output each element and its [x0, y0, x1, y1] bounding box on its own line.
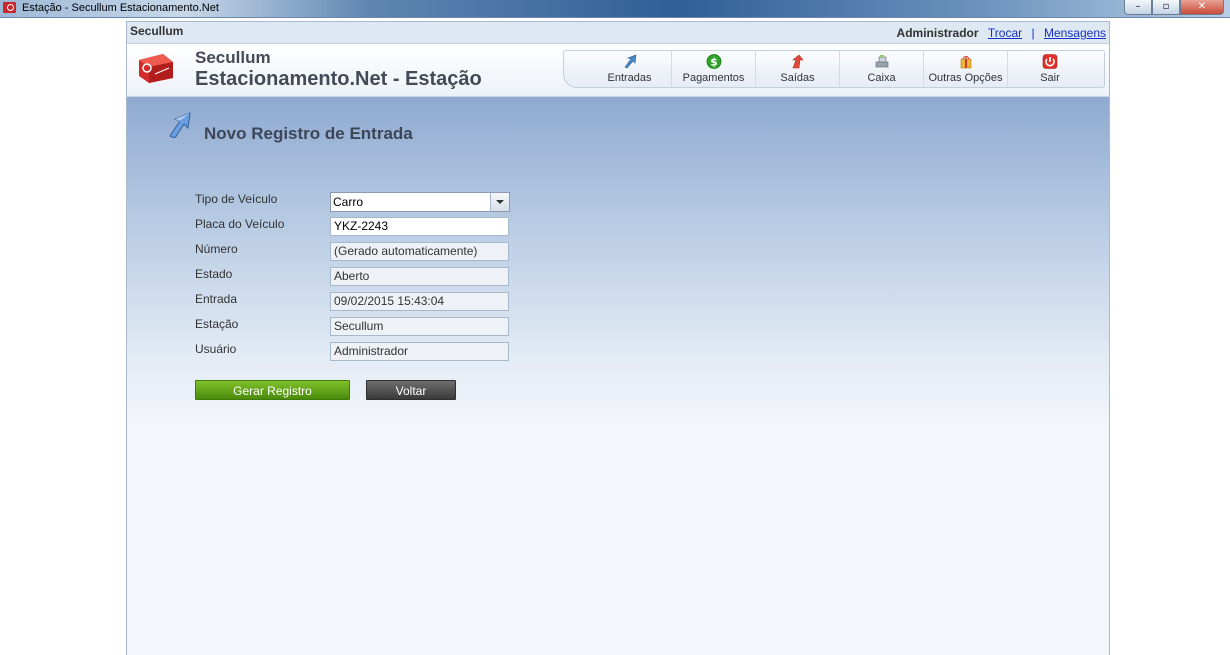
- nav-label: Sair: [1040, 72, 1060, 84]
- package-icon: [960, 56, 971, 69]
- nav-sair[interactable]: Sair: [1008, 51, 1092, 87]
- secullum-logo-icon: [139, 54, 173, 83]
- messages-link[interactable]: Mensagens: [1044, 26, 1106, 40]
- app-header: Secullum Estacionamento.Net - Estação En…: [127, 44, 1109, 97]
- station-field: Secullum: [330, 317, 509, 336]
- dollar-coin-icon: $: [706, 54, 721, 69]
- switch-user-link[interactable]: Trocar: [988, 26, 1022, 40]
- nav-saidas[interactable]: Saídas: [756, 51, 840, 87]
- cash-register-icon: [875, 55, 888, 68]
- svg-text:$: $: [710, 56, 718, 69]
- nav-label: Outras Opções: [928, 72, 1003, 84]
- arrow-exit-icon: [791, 54, 804, 69]
- nav-label: Saídas: [780, 72, 815, 84]
- main-content: Novo Registro de Entrada Tipo de Veículo…: [127, 97, 1109, 655]
- number-field: (Gerado automaticamente): [330, 242, 509, 261]
- chevron-down-icon[interactable]: [490, 193, 509, 211]
- generate-record-button[interactable]: Gerar Registro: [195, 380, 350, 400]
- main-nav: Entradas $ Pagamentos Saídas Caixa Outra…: [563, 50, 1105, 88]
- app-frame: Secullum Administrador Trocar | Mensagen…: [126, 21, 1110, 655]
- user-label: Usuário: [195, 342, 237, 356]
- arrow-entry-icon: [624, 54, 636, 69]
- window-titlebar: Estação - Secullum Estacionamento.Net – …: [0, 0, 1230, 18]
- vehicle-type-value: Carro: [333, 195, 364, 209]
- app-name-line2: Estacionamento.Net - Estação: [195, 68, 482, 90]
- state-label: Estado: [195, 267, 233, 281]
- station-label: Estação: [195, 317, 239, 331]
- entry-label: Entrada: [195, 292, 238, 306]
- close-icon[interactable]: ✕: [1180, 0, 1224, 15]
- top-bar: Secullum Administrador Trocar | Mensagen…: [127, 22, 1109, 44]
- number-label: Número: [195, 242, 238, 256]
- nav-label: Caixa: [867, 72, 896, 84]
- arrow-entry-icon: [169, 112, 191, 138]
- app-icon: [3, 2, 16, 13]
- plate-input[interactable]: YKZ-2243: [330, 217, 509, 236]
- nav-entradas[interactable]: Entradas: [588, 51, 672, 87]
- nav-label: Entradas: [607, 72, 652, 84]
- plate-label: Placa do Veículo: [195, 217, 285, 231]
- maximize-icon[interactable]: ▫: [1152, 0, 1180, 15]
- vehicle-type-select[interactable]: Carro: [330, 192, 510, 212]
- page-title: Novo Registro de Entrada: [204, 124, 413, 143]
- user-area: Administrador Trocar | Mensagens: [897, 26, 1106, 40]
- state-field: Aberto: [330, 267, 509, 286]
- nav-label: Pagamentos: [682, 72, 745, 84]
- vehicle-type-label: Tipo de Veículo: [195, 192, 278, 206]
- minimize-icon[interactable]: –: [1124, 0, 1152, 15]
- back-button[interactable]: Voltar: [366, 380, 456, 400]
- entry-datetime-field: 09/02/2015 15:43:04: [330, 292, 509, 311]
- window-title: Estação - Secullum Estacionamento.Net: [22, 2, 219, 14]
- user-field: Administrador: [330, 342, 509, 361]
- window-controls: – ▫ ✕: [1124, 0, 1224, 15]
- nav-caixa[interactable]: Caixa: [840, 51, 924, 87]
- nav-pagamentos[interactable]: $ Pagamentos: [672, 51, 756, 87]
- app-name-line1: Secullum: [195, 48, 271, 67]
- power-icon: [1042, 54, 1058, 69]
- nav-outras-opcoes[interactable]: Outras Opções: [924, 51, 1008, 87]
- brand-label: Secullum: [130, 24, 184, 38]
- link-separator: |: [1031, 26, 1035, 40]
- current-user: Administrador: [896, 26, 979, 40]
